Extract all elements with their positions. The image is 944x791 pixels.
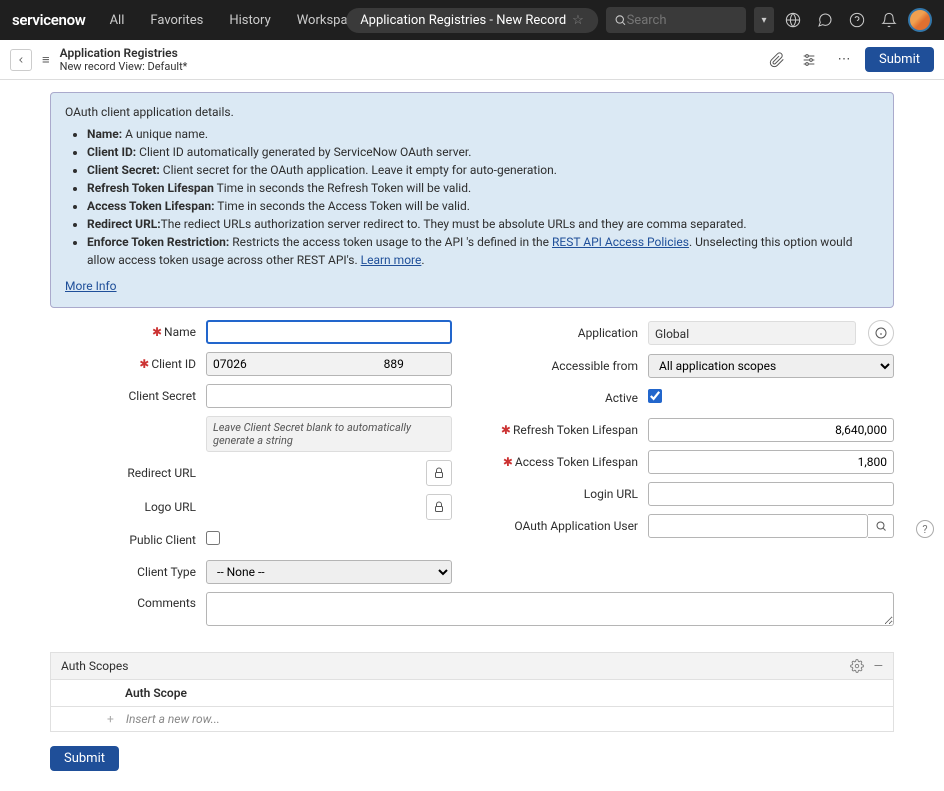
insert-row-placeholder: Insert a new row... <box>126 712 220 726</box>
client-id-input[interactable] <box>206 352 452 376</box>
gear-icon[interactable] <box>850 659 864 673</box>
required-icon: ✱ <box>503 455 513 469</box>
auth-scope-column-header: Auth Scope <box>50 680 894 707</box>
submit-button-bottom[interactable]: Submit <box>50 746 119 771</box>
search-icon <box>614 13 627 27</box>
required-icon: ✱ <box>501 423 511 437</box>
comments-textarea[interactable] <box>206 592 894 626</box>
search-dropdown-icon[interactable]: ▾ <box>754 7 774 33</box>
client-secret-input[interactable] <box>206 384 452 408</box>
back-button[interactable] <box>10 49 32 71</box>
table-row[interactable]: + Insert a new row... <box>50 707 894 732</box>
oauth-user-input[interactable] <box>648 514 868 538</box>
access-token-lifespan-input[interactable] <box>648 450 894 474</box>
info-lead: OAuth client application details. <box>65 103 879 121</box>
required-icon: ✱ <box>139 357 149 371</box>
global-search[interactable] <box>606 7 746 33</box>
logo-url-lock-button[interactable] <box>426 494 452 520</box>
record-header: ≡ Application Registries New record View… <box>0 40 944 80</box>
name-input[interactable] <box>206 320 452 344</box>
chat-icon[interactable] <box>812 7 838 33</box>
add-row-icon[interactable]: + <box>107 712 114 726</box>
submit-button-top[interactable]: Submit <box>865 47 934 72</box>
globe-icon[interactable] <box>780 7 806 33</box>
attachment-icon[interactable] <box>769 52 791 68</box>
client-secret-hint: Leave Client Secret blank to automatical… <box>206 416 452 452</box>
chevron-left-icon <box>16 55 26 65</box>
list-settings-icon[interactable] <box>801 52 823 68</box>
search-icon <box>875 520 887 532</box>
avatar[interactable] <box>908 8 932 32</box>
context-menu-icon[interactable]: ≡ <box>42 52 50 68</box>
favorite-star-icon[interactable]: ☆ <box>572 13 584 28</box>
policies-link[interactable]: REST API Access Policies <box>552 235 689 249</box>
page-title-pill: Application Registries - New Record ☆ <box>346 8 598 33</box>
refresh-token-lifespan-input[interactable] <box>648 418 894 442</box>
nav-favorites[interactable]: Favorites <box>140 13 213 28</box>
info-icon <box>875 327 887 339</box>
notification-bell-icon[interactable] <box>876 7 902 33</box>
section-title: Auth Scopes <box>61 659 128 673</box>
auth-scopes-section-header: Auth Scopes — <box>50 652 894 680</box>
search-input[interactable] <box>627 13 738 28</box>
learn-more-link[interactable]: Learn more <box>361 253 422 267</box>
help-icon[interactable] <box>844 7 870 33</box>
required-icon: ✱ <box>152 325 162 339</box>
nav-all[interactable]: All <box>100 13 135 28</box>
public-client-checkbox[interactable] <box>206 531 220 545</box>
more-actions-icon[interactable]: ⋯ <box>833 52 855 67</box>
lock-icon <box>433 467 445 479</box>
client-type-select[interactable]: -- None -- <box>206 560 452 584</box>
accessible-from-select[interactable]: All application scopes <box>648 354 894 378</box>
info-box: OAuth client application details. Name: … <box>50 92 894 308</box>
nav-history[interactable]: History <box>219 13 280 28</box>
floating-help-icon[interactable]: ? <box>916 520 934 538</box>
application-field: Global <box>648 321 856 345</box>
top-navbar: servicenow All Favorites History Workspa… <box>0 0 944 40</box>
collapse-icon[interactable]: — <box>874 659 883 673</box>
redirect-url-lock-button[interactable] <box>426 460 452 486</box>
record-title: Application Registries <box>60 46 188 60</box>
page-title-text: Application Registries - New Record <box>360 13 566 28</box>
lock-icon <box>433 501 445 513</box>
application-info-button[interactable] <box>868 320 894 346</box>
oauth-user-lookup-button[interactable] <box>868 514 894 538</box>
logo: servicenow <box>12 11 86 29</box>
active-checkbox[interactable] <box>648 389 662 403</box>
login-url-input[interactable] <box>648 482 894 506</box>
record-subtitle: New record View: Default* <box>60 60 188 73</box>
more-info-link[interactable]: More Info <box>65 277 117 295</box>
record-title-block: Application Registries New record View: … <box>60 46 188 74</box>
